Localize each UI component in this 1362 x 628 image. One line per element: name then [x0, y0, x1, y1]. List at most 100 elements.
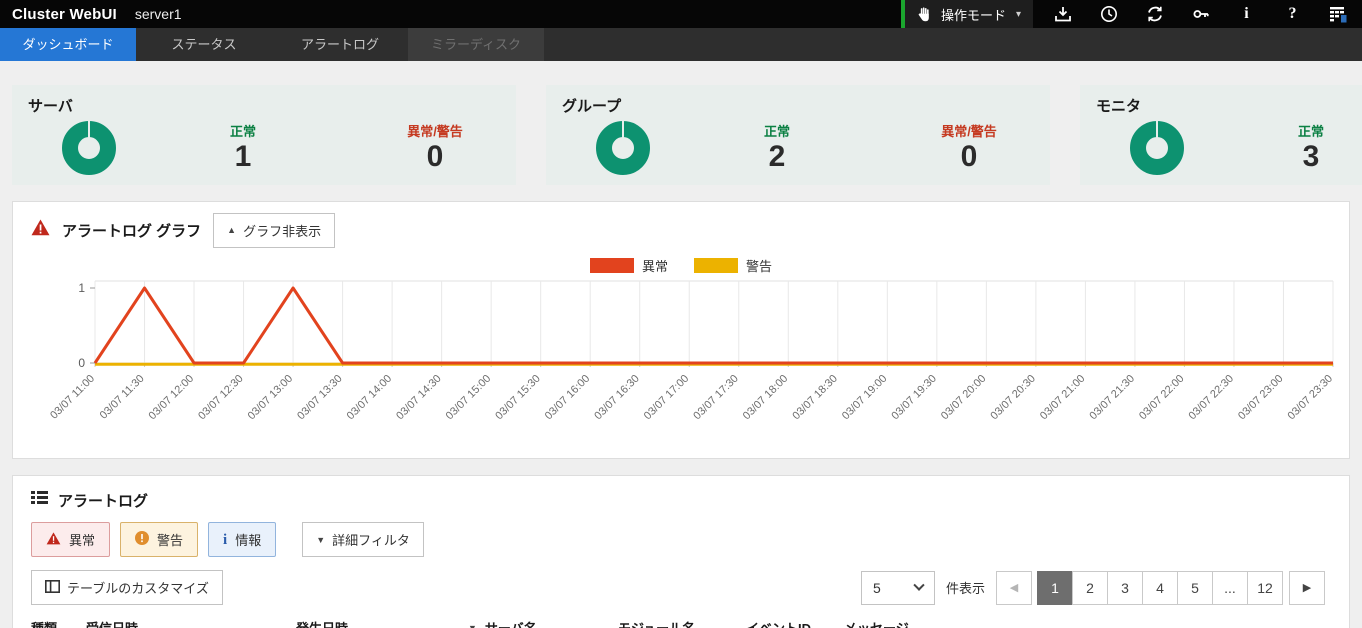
- page-button-3[interactable]: 3: [1107, 570, 1143, 605]
- alert-log-panel: アラートログ 異常 警告 i 情報 ▼ 詳細フィルタ テーブルのカスタマイズ 5 件表示 …: [12, 475, 1350, 628]
- filter-情報-button[interactable]: i 情報: [208, 522, 277, 557]
- svg-text:03/07 21:00: 03/07 21:00: [1038, 373, 1088, 423]
- tab-ステータス[interactable]: ステータス: [136, 28, 272, 61]
- stat-value: 0: [426, 140, 444, 174]
- info-icon[interactable]: i: [1237, 5, 1256, 24]
- legend-label: 異常: [641, 259, 668, 274]
- stat-label: 正常: [229, 124, 256, 140]
- column-header-イベントID[interactable]: イベントID: [746, 618, 844, 628]
- key-icon[interactable]: [1191, 5, 1210, 24]
- column-label: 発生日時: [296, 618, 348, 628]
- svg-text:03/07 18:30: 03/07 18:30: [790, 373, 840, 423]
- page-button-1[interactable]: 1: [1037, 570, 1073, 605]
- stat-label: 正常: [763, 124, 790, 140]
- help-icon[interactable]: ?: [1283, 5, 1302, 24]
- hide-graph-button[interactable]: ▲ グラフ非表示: [213, 212, 336, 248]
- svg-text:03/07 23:00: 03/07 23:00: [1236, 373, 1286, 423]
- svg-text:03/07 17:30: 03/07 17:30: [691, 373, 741, 423]
- caret-right-icon: ▶: [1302, 582, 1312, 594]
- tab-アラートログ[interactable]: アラートログ: [272, 28, 408, 61]
- stat-label: 異常/警告: [407, 124, 463, 140]
- column-label: 種類: [31, 618, 57, 628]
- svg-text:03/07 19:30: 03/07 19:30: [889, 373, 939, 423]
- tab-ダッシュボード[interactable]: ダッシュボード: [0, 28, 136, 61]
- caret-down-icon: ▼: [316, 534, 326, 545]
- stat-value: 3: [1302, 140, 1320, 174]
- page-size-select[interactable]: 5: [860, 570, 935, 605]
- prev-page-button[interactable]: ◀: [996, 570, 1032, 605]
- svg-text:1: 1: [78, 281, 85, 295]
- caret-up-icon: ▲: [227, 225, 237, 235]
- hand-icon: [915, 5, 934, 24]
- alert-log-graph-panel: アラートログ グラフ ▲ グラフ非表示 異常 警告 03/07 11:00 03/0…: [12, 201, 1350, 459]
- status-stat: 異常/警告 0: [370, 121, 500, 175]
- page-button-2[interactable]: 2: [1072, 570, 1108, 605]
- column-label: 受信日時: [86, 618, 138, 628]
- customize-table-button[interactable]: テーブルのカスタマイズ: [31, 570, 223, 605]
- column-header-サーバ名[interactable]: ▼ サーバ名: [468, 618, 618, 628]
- warning-circle-icon: [135, 531, 150, 548]
- chart-legend: 異常 警告: [13, 256, 1349, 275]
- donut-notch: [88, 121, 90, 138]
- page-button-12[interactable]: 12: [1247, 570, 1283, 605]
- legend-label: 警告: [746, 259, 773, 274]
- list-icon: [31, 490, 48, 510]
- page-button-...[interactable]: ...: [1212, 570, 1248, 605]
- column-header-受信日時[interactable]: 受信日時: [86, 618, 296, 628]
- clock-icon[interactable]: [1099, 5, 1118, 24]
- svg-text:03/07 22:30: 03/07 22:30: [1186, 373, 1236, 423]
- summary-cards: サーバ正常1異常/警告0グループ正常2異常/警告0モニタ正常3異常/警告0: [12, 85, 1362, 185]
- summary-card: グループ正常 2 異常/警告 0: [546, 85, 1050, 185]
- operation-mode-label: 操作モード: [940, 7, 1006, 23]
- svg-text:03/07 12:30: 03/07 12:30: [196, 373, 246, 423]
- detail-filter-button[interactable]: ▼ 詳細フィルタ: [302, 522, 424, 557]
- status-donut-chart: [62, 121, 116, 175]
- config-table-icon[interactable]: [1329, 5, 1348, 24]
- status-donut-chart: [596, 121, 650, 175]
- next-page-button[interactable]: ▶: [1289, 570, 1325, 605]
- filter-警告-button[interactable]: 警告: [120, 522, 199, 557]
- svg-text:03/07 22:00: 03/07 22:00: [1137, 373, 1187, 423]
- svg-text:03/07 12:00: 03/07 12:00: [147, 373, 197, 423]
- column-header-メッセージ[interactable]: メッセージ: [844, 618, 1331, 628]
- stat-label: 異常/警告: [941, 124, 997, 140]
- main-tabs: ダッシュボード ステータス アラートログ ミラーディスク: [0, 28, 1362, 61]
- svg-text:03/07 20:00: 03/07 20:00: [939, 373, 989, 423]
- filter-label: 情報: [235, 533, 262, 548]
- graph-panel-title: アラートログ グラフ: [62, 222, 202, 240]
- status-stat: 正常 1: [178, 121, 308, 175]
- legend-swatch: [589, 258, 634, 273]
- status-stat: 正常 3: [1246, 121, 1362, 175]
- download-icon[interactable]: [1053, 5, 1072, 24]
- card-title: サーバ: [28, 98, 73, 115]
- chevron-down-icon: ▾: [1015, 8, 1021, 20]
- stat-value: 2: [768, 140, 786, 174]
- filter-異常-button[interactable]: 異常: [31, 522, 111, 557]
- alert-log-line-chart: 03/07 11:00 03/07 11:30 03/07 12:00 03/07 1…: [48, 280, 1336, 423]
- refresh-icon[interactable]: [1145, 5, 1164, 24]
- column-header-モジュール名[interactable]: モジュール名: [618, 618, 746, 628]
- svg-text:03/07 14:30: 03/07 14:30: [394, 373, 444, 423]
- svg-text:03/07 23:30: 03/07 23:30: [1286, 373, 1336, 423]
- page-button-5[interactable]: 5: [1177, 570, 1213, 605]
- status-donut-chart: [1130, 121, 1184, 175]
- pagination: ◀ 1 2 3 4 5... 12 ▶: [996, 570, 1331, 605]
- svg-text:03/07 16:30: 03/07 16:30: [592, 373, 642, 423]
- operation-mode-dropdown[interactable]: 操作モード ▾: [900, 0, 1033, 28]
- top-bar: Cluster WebUI server1 操作モード ▾ i?: [0, 0, 1362, 28]
- alert-panel-title: アラートログ: [58, 492, 149, 510]
- caret-left-icon: ◀: [1009, 582, 1019, 594]
- column-header-発生日時[interactable]: 発生日時: [296, 618, 468, 628]
- topbar-icons: i?: [1033, 0, 1362, 28]
- legend-item: 異常: [589, 256, 668, 275]
- tab-ミラーディスク: ミラーディスク: [408, 28, 544, 61]
- page-button-4[interactable]: 4: [1142, 570, 1178, 605]
- svg-text:03/07 19:00: 03/07 19:00: [840, 373, 890, 423]
- sort-desc-icon: ▼: [468, 622, 477, 628]
- svg-text:03/07 15:00: 03/07 15:00: [444, 373, 494, 423]
- card-title: グループ: [562, 98, 622, 115]
- detail-filter-label: 詳細フィルタ: [332, 533, 410, 548]
- column-header-種類[interactable]: 種類: [31, 618, 86, 628]
- filter-label: 異常: [69, 533, 96, 548]
- status-stat: 異常/警告 0: [904, 121, 1034, 175]
